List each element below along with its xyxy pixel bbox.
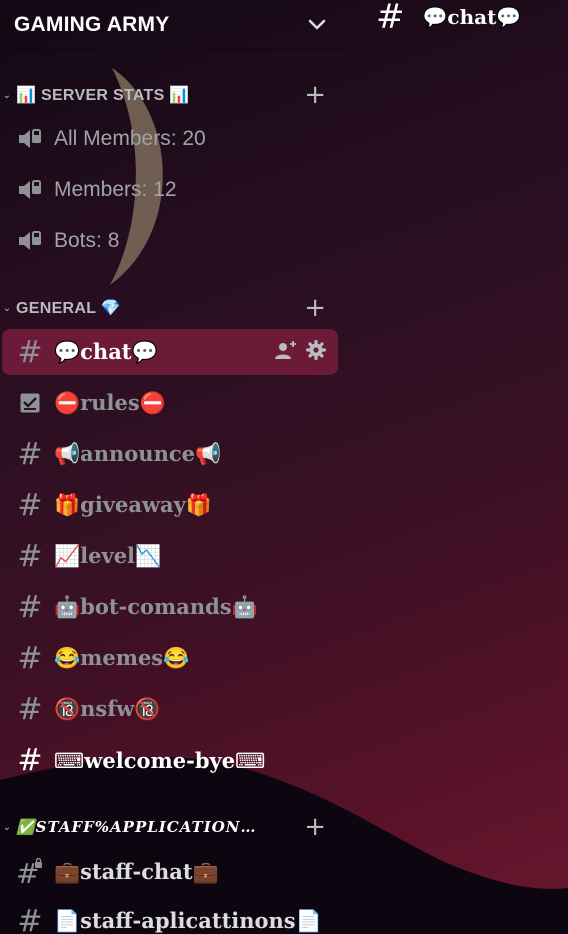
server-name: GAMING ARMY — [14, 12, 170, 36]
channel-label: Members: 12 — [54, 178, 177, 201]
chevron-down-icon[interactable] — [306, 14, 328, 36]
text-channel-staff-aplicattinons[interactable]: # 📄staff-aplicattinons📄 — [2, 898, 338, 934]
channel-label: 📄staff-aplicattinons📄 — [54, 908, 322, 933]
discord-app: # 💬chat💬 GAMING ARMY ⌄ 📊 SERVER STATS 📊 … — [0, 0, 568, 934]
category-server-stats[interactable]: ⌄ 📊 SERVER STATS 📊 + — [0, 81, 340, 109]
voice-channel-all-members[interactable]: All Members: 20 — [2, 116, 338, 162]
server-header[interactable]: GAMING ARMY — [0, 0, 350, 50]
caret-down-icon: ⌄ — [2, 89, 12, 101]
hash-icon: # — [17, 538, 43, 574]
hash-icon: # — [17, 436, 43, 472]
speaker-lock-icon — [16, 227, 44, 255]
channel-label: 💬chat💬 — [54, 339, 158, 364]
text-channel-bot-comands[interactable]: # 🤖bot-comands🤖 — [2, 584, 338, 630]
channel-label: 📢announce📢 — [54, 441, 222, 466]
text-channel-memes[interactable]: # 😂memes😂 — [2, 635, 338, 681]
category-general[interactable]: ⌄ GENERAL 💎 + — [0, 294, 340, 322]
voice-channel-members[interactable]: Members: 12 — [2, 167, 338, 213]
channel-label: 😂memes😂 — [54, 645, 190, 670]
plus-icon[interactable]: + — [304, 814, 326, 840]
plus-icon[interactable]: + — [304, 82, 326, 108]
hash-icon: # — [17, 589, 43, 625]
text-channel-rules[interactable]: ⛔rules⛔ — [2, 380, 338, 426]
text-channel-level[interactable]: # 📈level📉 — [2, 533, 338, 579]
channel-label: Bots: 8 — [54, 229, 120, 252]
hash-icon: # — [376, 0, 405, 37]
text-channel-announce[interactable]: # 📢announce📢 — [2, 431, 338, 477]
text-channel-nsfw[interactable]: # 🔞nsfw🔞 — [2, 686, 338, 732]
text-channel-staff-chat[interactable]: # 💼staff-chat💼 — [2, 849, 338, 895]
gear-icon[interactable] — [305, 339, 327, 364]
hash-icon: # — [17, 334, 43, 370]
speaker-lock-icon — [16, 125, 44, 153]
hash-icon: # — [17, 487, 43, 523]
topbar-channel-title: 💬chat💬 — [422, 5, 522, 29]
channel-actions — [274, 339, 327, 365]
voice-channel-bots[interactable]: Bots: 8 — [2, 218, 338, 264]
channel-label: All Members: 20 — [54, 127, 206, 150]
category-label: GENERAL 💎 — [16, 300, 122, 317]
speaker-lock-icon — [16, 176, 44, 204]
caret-down-icon: ⌄ — [2, 821, 12, 833]
channel-label: 💼staff-chat💼 — [54, 859, 219, 884]
text-channel-chat[interactable]: # 💬chat💬 — [2, 329, 338, 375]
channel-label: ⌨welcome-bye⌨ — [54, 747, 266, 773]
caret-down-icon: ⌄ — [2, 302, 12, 314]
hash-icon: # — [17, 742, 43, 778]
text-channel-giveaway[interactable]: # 🎁giveaway🎁 — [2, 482, 338, 528]
hash-icon: # — [17, 903, 43, 934]
channel-label: 📈level📉 — [54, 543, 162, 568]
hash-icon: # — [17, 691, 43, 727]
channel-label: 🤖bot-comands🤖 — [54, 594, 258, 619]
plus-icon[interactable]: + — [304, 295, 326, 321]
add-member-icon[interactable] — [274, 339, 298, 365]
channel-label: ⛔rules⛔ — [54, 390, 166, 415]
hash-icon: # — [17, 640, 43, 676]
channel-topbar: # 💬chat💬 — [376, 0, 522, 37]
channel-sidebar: GAMING ARMY ⌄ 📊 SERVER STATS 📊 + All Mem… — [0, 0, 350, 934]
channel-label: 🔞nsfw🔞 — [54, 696, 161, 721]
category-staff-application[interactable]: ⌄ ✅STAFF%APPLICATION… + — [0, 813, 340, 841]
hash-lock-icon: # — [16, 858, 44, 886]
category-label: 📊 SERVER STATS 📊 — [16, 87, 190, 104]
checkbox-icon — [16, 389, 44, 417]
text-channel-welcome-bye[interactable]: # ⌨welcome-bye⌨ — [2, 737, 338, 783]
category-label: ✅STAFF%APPLICATION… — [16, 818, 257, 836]
channel-label: 🎁giveaway🎁 — [54, 492, 213, 517]
